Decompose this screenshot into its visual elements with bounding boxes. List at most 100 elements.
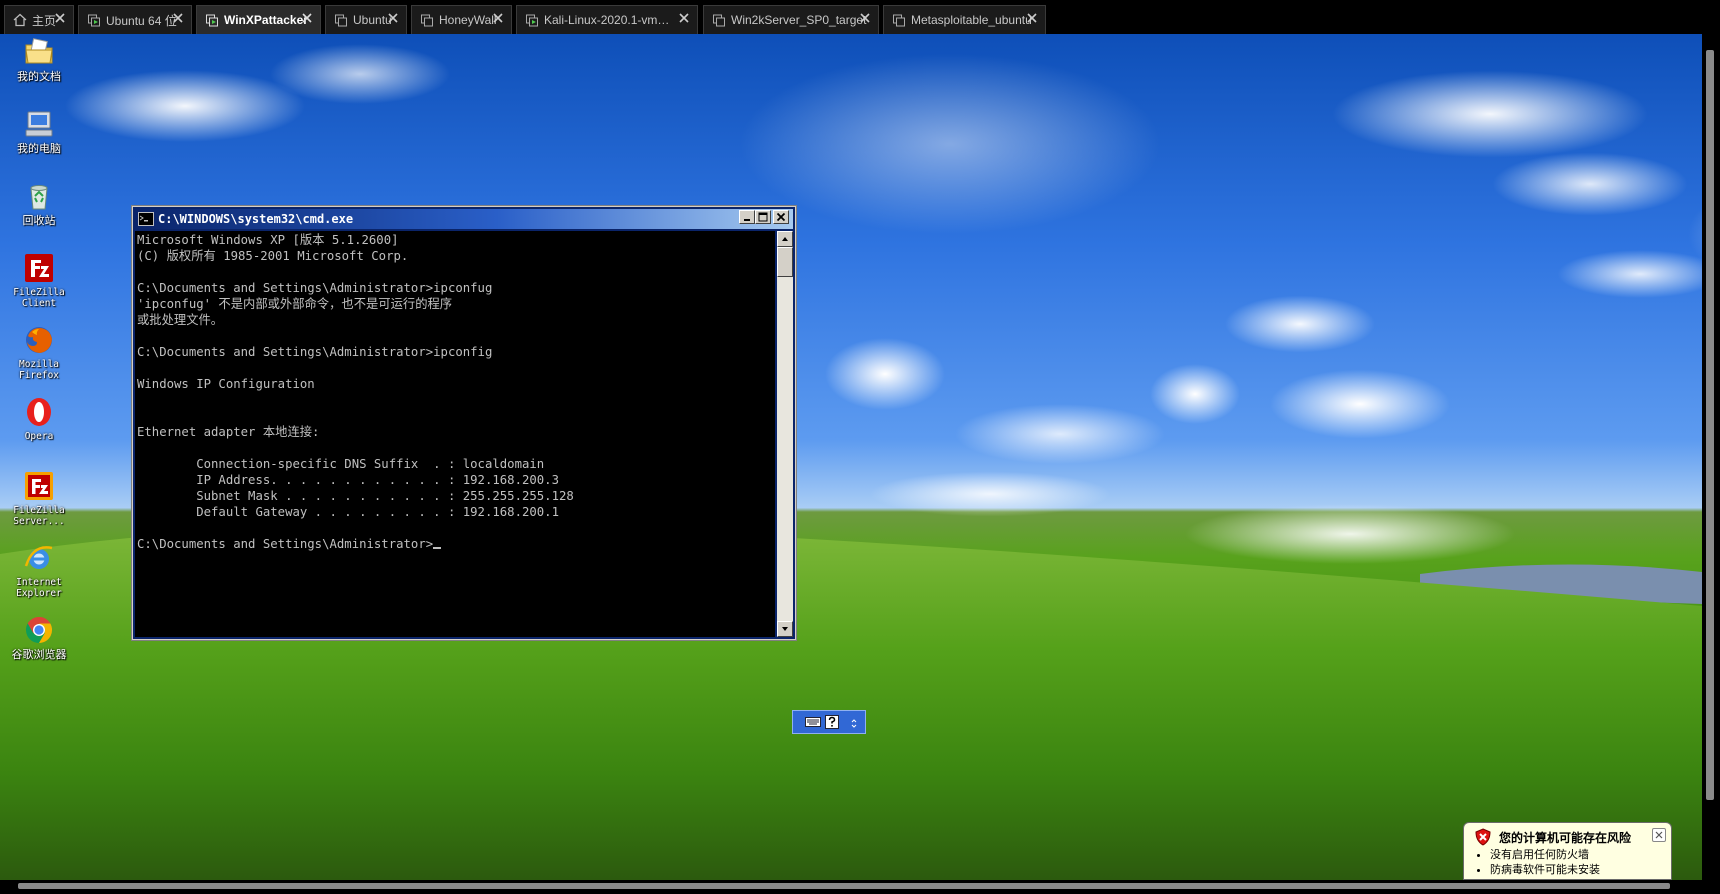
desktop-icon-filezilla-server[interactable]: FileZilla Server... [8,470,70,527]
console-prompt-line[interactable]: C:\Documents and Settings\Administrator> [137,536,773,552]
desktop-icon-label: Opera [24,431,54,442]
tab-label: Metasploitable_ubuntu [911,13,1032,27]
scroll-up-button[interactable] [777,231,793,247]
console-line: 或批处理文件。 [137,313,224,327]
vm-icon [713,14,725,27]
text-cursor [433,547,442,549]
close-icon[interactable] [387,12,399,24]
tab-winxpattacker[interactable]: WinXPattacker [196,5,321,34]
close-icon[interactable] [1652,828,1666,842]
tab-label: Win2kServer_SP0_target [731,13,867,27]
tab-label: 主页 [32,13,57,28]
arrow-up-icon [782,237,788,241]
cmd-title-bar[interactable]: C:\WINDOWS\system32\cmd.exe [135,209,793,229]
tab-honeywall[interactable]: HoneyWall [411,5,512,34]
console-line: Windows IP Configuration [137,377,315,391]
desktop-icon-label: Mozilla Firefox [18,359,60,381]
scroll-thumb[interactable] [777,247,793,277]
firefox-icon [26,327,52,353]
language-bar[interactable] [792,710,866,734]
desktop-icon-internet-explorer[interactable]: Internet Explorer [8,542,70,599]
close-icon[interactable] [54,12,66,24]
desktop-icon-my-computer[interactable]: 我的电脑 [8,108,70,155]
console-output[interactable]: Microsoft Windows XP [版本 5.1.2600] (C) 版… [135,231,775,637]
console-scrollbar[interactable] [777,231,793,637]
console-line: C:\Documents and Settings\Administrator>… [137,345,493,359]
desktop-icon-chrome[interactable]: 谷歌浏览器 [8,614,70,661]
filezilla-server-icon [25,472,53,500]
close-button[interactable] [773,210,789,224]
maximize-icon [758,212,768,222]
desktop-icon-firefox[interactable]: Mozilla Firefox [8,324,70,381]
desktop-icon-label: FileZilla Server... [13,505,65,527]
shield-warning-icon [1475,828,1491,846]
console-prompt: C:\Documents and Settings\Administrator> [137,537,434,551]
desktop-icon-my-documents[interactable]: 我的文档 [8,36,70,83]
tab-ubuntu-64[interactable]: Ubuntu 64 位 [78,5,192,34]
security-alert-balloon[interactable]: 您的计算机可能存在风险 没有启用任何防火墙 防病毒软件可能未安装 [1463,822,1672,880]
my-documents-icon [25,38,53,64]
vm-running-icon [526,14,538,27]
keyboard-icon[interactable] [805,716,821,728]
desktop-icon-label: 谷歌浏览器 [11,648,67,661]
console-line: Connection-specific DNS Suffix . : local… [137,457,545,471]
opera-icon [27,398,51,426]
vm-tab-bar: 主页 Ubuntu 64 位 WinXPattacker Ubuntu Hone… [0,0,1720,34]
home-icon [13,13,27,27]
desktop-icon-opera[interactable]: Opera [8,396,70,442]
horizontal-scroll-thumb[interactable] [18,883,1670,889]
vm-running-icon [88,14,100,27]
maximize-button[interactable] [755,210,771,224]
tab-win2kserver[interactable]: Win2kServer_SP0_target [703,5,879,34]
vm-icon [893,14,905,27]
console-line: Subnet Mask . . . . . . . . . . . : 255.… [137,489,574,503]
vertical-scroll-thumb[interactable] [1706,50,1714,800]
minimize-icon [744,219,750,221]
desktop-icon-label: 回收站 [22,214,56,227]
vm-icon [335,14,347,27]
desktop-icon-recycle-bin[interactable]: 回收站 [8,180,70,227]
close-icon[interactable] [1026,12,1038,24]
vm-icon [421,14,433,27]
vm-running-icon [206,14,218,27]
internet-explorer-icon [24,546,53,569]
minimize-button[interactable] [739,210,755,224]
desktop-icon-filezilla-client[interactable]: FileZilla Client [8,252,70,309]
desktop-icon-label: Internet Explorer [16,577,62,599]
desktop-icon-label: FileZilla Client [13,287,65,309]
arrow-down-icon [782,627,788,631]
close-icon[interactable] [859,12,871,24]
close-icon[interactable] [492,12,504,24]
help-icon[interactable] [825,715,839,729]
close-icon[interactable] [172,12,184,24]
close-icon[interactable] [301,12,313,24]
my-computer-icon [25,111,53,137]
cmd-window[interactable]: C:\WINDOWS\system32\cmd.exe Microsoft Wi… [132,206,796,640]
cmd-app-icon [138,212,154,226]
console-line: 'ipconfug' 不是内部或外部命令，也不是可运行的程序 [137,297,453,311]
recycle-bin-icon [30,185,48,210]
close-icon[interactable] [678,12,690,24]
vm-desktop[interactable]: 我的文档 我的电脑 回收站 FileZilla Client Mozilla F… [0,34,1702,880]
scroll-down-button[interactable] [777,621,793,637]
alert-item: 防病毒软件可能未安装 [1490,862,1600,877]
tab-metasploitable[interactable]: Metasploitable_ubuntu [883,5,1046,34]
console-line: (C) 版权所有 1985-2001 Microsoft Corp. [137,249,409,263]
tab-ubuntu[interactable]: Ubuntu [325,5,407,34]
tab-kali-linux[interactable]: Kali-Linux-2020.1-vmware-am... [516,5,698,34]
tab-label: Kali-Linux-2020.1-vmware-am... [544,13,697,27]
filezilla-icon [25,254,53,282]
options-arrow-icon[interactable] [849,715,859,731]
console-line: Default Gateway . . . . . . . . . : 192.… [137,505,559,519]
chrome-icon [25,616,53,644]
tab-home[interactable]: 主页 [4,5,74,34]
alert-title: 您的计算机可能存在风险 [1499,831,1632,845]
alert-items: 没有启用任何防火墙 防病毒软件可能未安装 [1476,847,1600,877]
desktop-icon-label: 我的文档 [17,70,61,83]
console-line: C:\Documents and Settings\Administrator>… [137,281,493,295]
